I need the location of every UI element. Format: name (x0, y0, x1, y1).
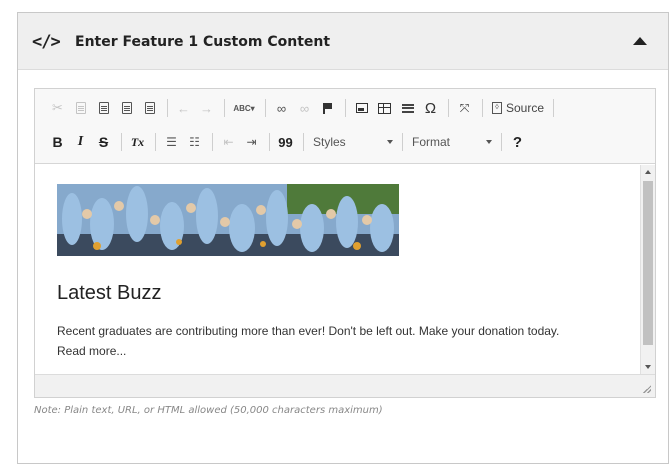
content-body: Recent graduates are contributing more t… (57, 321, 637, 361)
indent-icon[interactable]: ⇥ (241, 131, 262, 153)
toolbar-separator (265, 99, 266, 117)
toolbar-separator (269, 133, 270, 151)
content-note: Note: Plain text, URL, or HTML allowed (… (34, 405, 383, 416)
panel-title: Enter Feature 1 Custom Content (75, 34, 331, 50)
undo-icon[interactable]: ← (173, 97, 194, 119)
horizontal-line-icon[interactable] (397, 97, 418, 119)
help-button[interactable]: ? (507, 131, 528, 153)
special-char-icon[interactable]: Ω (420, 97, 441, 119)
editor-content[interactable]: Latest Buzz Recent graduates are contrib… (36, 165, 638, 374)
numbered-list-icon[interactable]: ☰ (161, 131, 182, 153)
redo-icon[interactable]: → (196, 97, 217, 119)
blockquote-button[interactable]: 99 (275, 131, 296, 153)
source-button[interactable]: ◊ Source (488, 97, 548, 119)
editor-statusbar (35, 374, 655, 397)
toolbar-separator (501, 133, 502, 151)
format-dropdown[interactable]: Format (408, 131, 496, 153)
chevron-down-icon (387, 140, 393, 144)
toolbar-separator (224, 99, 225, 117)
rich-text-editor: ✂ ← → ABC ▾ ∞ ∞ Ω ⤧ ◊ Source B I S Tx ☰ … (34, 88, 656, 398)
format-label: Format (412, 135, 451, 149)
graduation-banner-image (57, 184, 399, 256)
source-icon: ◊ (492, 102, 502, 114)
toolbar-separator (345, 99, 346, 117)
chevron-down-icon (486, 140, 492, 144)
toolbar-separator (212, 133, 213, 151)
resize-handle-icon[interactable] (643, 385, 651, 393)
styles-dropdown[interactable]: Styles (309, 131, 397, 153)
content-heading: Latest Buzz (57, 282, 162, 304)
outdent-icon[interactable]: ⇤ (218, 131, 239, 153)
custom-content-panel: </> Enter Feature 1 Custom Content ✂ ← →… (17, 12, 669, 464)
panel-header[interactable]: </> Enter Feature 1 Custom Content (18, 13, 668, 70)
strikethrough-button[interactable]: S (93, 131, 114, 153)
toolbar-separator (121, 133, 122, 151)
bold-button[interactable]: B (47, 131, 68, 153)
styles-label: Styles (313, 135, 346, 149)
unlink-icon[interactable]: ∞ (294, 97, 315, 119)
paste-word-icon[interactable] (139, 97, 160, 119)
table-icon[interactable] (374, 97, 395, 119)
paste-text-icon[interactable] (116, 97, 137, 119)
maximize-icon[interactable]: ⤧ (454, 97, 475, 119)
toolbar-separator (155, 133, 156, 151)
toolbar-separator (482, 99, 483, 117)
scroll-down-icon[interactable] (645, 365, 651, 369)
spellcheck-label: ABC (233, 103, 251, 113)
toolbar-separator (402, 133, 403, 151)
scroll-thumb[interactable] (643, 181, 653, 345)
toolbar-separator (167, 99, 168, 117)
source-label: Source (506, 101, 545, 115)
clear-format-button[interactable]: Tx (127, 131, 148, 153)
image-icon[interactable] (351, 97, 372, 119)
toolbar-separator (553, 99, 555, 117)
italic-button[interactable]: I (70, 131, 91, 153)
editor-scrollbar[interactable] (640, 165, 655, 374)
toolbar-row-1: ✂ ← → ABC ▾ ∞ ∞ Ω ⤧ ◊ Source (47, 96, 559, 120)
read-more-link[interactable]: Read more... (57, 344, 126, 358)
toolbar-row-2: B I S Tx ☰ ☷ ⇤ ⇥ 99 Styles Format ? (47, 130, 530, 154)
code-icon: </> (32, 32, 61, 52)
toolbar-separator (303, 133, 304, 151)
toolbar-separator (448, 99, 449, 117)
editor-toolbar: ✂ ← → ABC ▾ ∞ ∞ Ω ⤧ ◊ Source B I S Tx ☰ … (35, 89, 655, 164)
content-body-text: Recent graduates are contributing more t… (57, 324, 560, 338)
paste-icon[interactable] (93, 97, 114, 119)
anchor-icon[interactable] (317, 97, 338, 119)
bulleted-list-icon[interactable]: ☷ (184, 131, 205, 153)
spellcheck-icon[interactable]: ABC ▾ (230, 97, 258, 119)
cut-icon[interactable]: ✂ (47, 97, 68, 119)
copy-icon[interactable] (70, 97, 91, 119)
collapse-icon[interactable] (633, 37, 647, 45)
scroll-up-icon[interactable] (645, 170, 651, 174)
link-icon[interactable]: ∞ (271, 97, 292, 119)
